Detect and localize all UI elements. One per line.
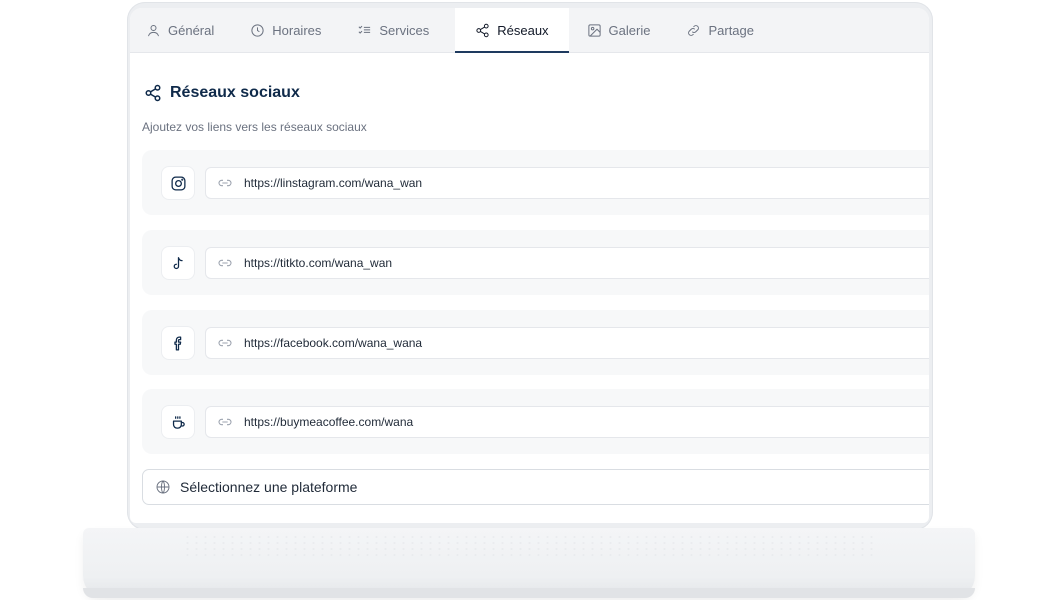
globe-icon	[156, 480, 170, 494]
social-link-row	[142, 310, 929, 375]
app-screen: Général Horaires Services Réseaux Galeri…	[130, 8, 929, 523]
url-field[interactable]	[205, 167, 929, 199]
list-check-icon	[358, 25, 371, 34]
tab-label: Horaires	[272, 22, 322, 38]
tab-label: Partage	[708, 22, 755, 38]
tab-galerie[interactable]: Galerie	[577, 8, 669, 52]
section-title: Réseaux sociaux	[170, 84, 300, 101]
tiktok-icon	[173, 256, 183, 269]
link-icon	[218, 179, 232, 187]
tab-reseaux[interactable]: Réseaux	[455, 8, 569, 53]
tab-partage[interactable]: Partage	[676, 8, 772, 52]
url-input[interactable]	[242, 335, 926, 351]
url-field[interactable]	[205, 327, 929, 359]
url-field[interactable]	[205, 406, 929, 438]
facebook-icon	[173, 335, 181, 351]
platform-badge[interactable]	[162, 406, 194, 438]
image-icon	[587, 23, 601, 37]
clock-icon	[251, 23, 264, 37]
user-icon	[148, 24, 159, 36]
tab-general[interactable]: Général	[136, 8, 232, 52]
laptop-keyboard	[183, 534, 873, 560]
platform-badge[interactable]	[162, 327, 194, 359]
platform-select[interactable]: Sélectionnez une plateforme	[142, 469, 929, 505]
social-link-row	[142, 230, 929, 295]
link-icon	[218, 418, 232, 426]
laptop-edge	[83, 588, 975, 598]
tab-label: Services	[379, 22, 430, 38]
tab-label: Général	[168, 22, 215, 38]
tab-services[interactable]: Services	[347, 8, 447, 52]
share-icon	[476, 23, 489, 37]
platform-badge[interactable]	[162, 167, 194, 199]
url-input[interactable]	[242, 175, 926, 191]
section-subtitle: Ajoutez vos liens vers les réseaux socia…	[142, 120, 367, 134]
social-link-row	[142, 389, 929, 454]
url-input[interactable]	[242, 414, 926, 430]
social-link-row	[142, 150, 929, 215]
link-icon	[688, 24, 700, 36]
share-icon	[145, 84, 161, 102]
link-icon	[218, 339, 232, 347]
section-header: Réseaux sociaux	[144, 84, 300, 102]
laptop-base	[83, 528, 975, 598]
instagram-icon	[170, 175, 186, 191]
tab-bar: Général Horaires Services Réseaux Galeri…	[130, 8, 929, 53]
tab-label: Galerie	[608, 22, 651, 38]
platform-badge[interactable]	[162, 247, 194, 279]
link-icon	[218, 259, 232, 267]
url-field[interactable]	[205, 247, 929, 279]
url-input[interactable]	[242, 255, 926, 271]
platform-select-placeholder: Sélectionnez une plateforme	[180, 479, 358, 495]
tab-label: Réseaux	[497, 22, 549, 38]
tab-horaires[interactable]: Horaires	[240, 8, 339, 52]
coffee-icon	[172, 415, 185, 429]
